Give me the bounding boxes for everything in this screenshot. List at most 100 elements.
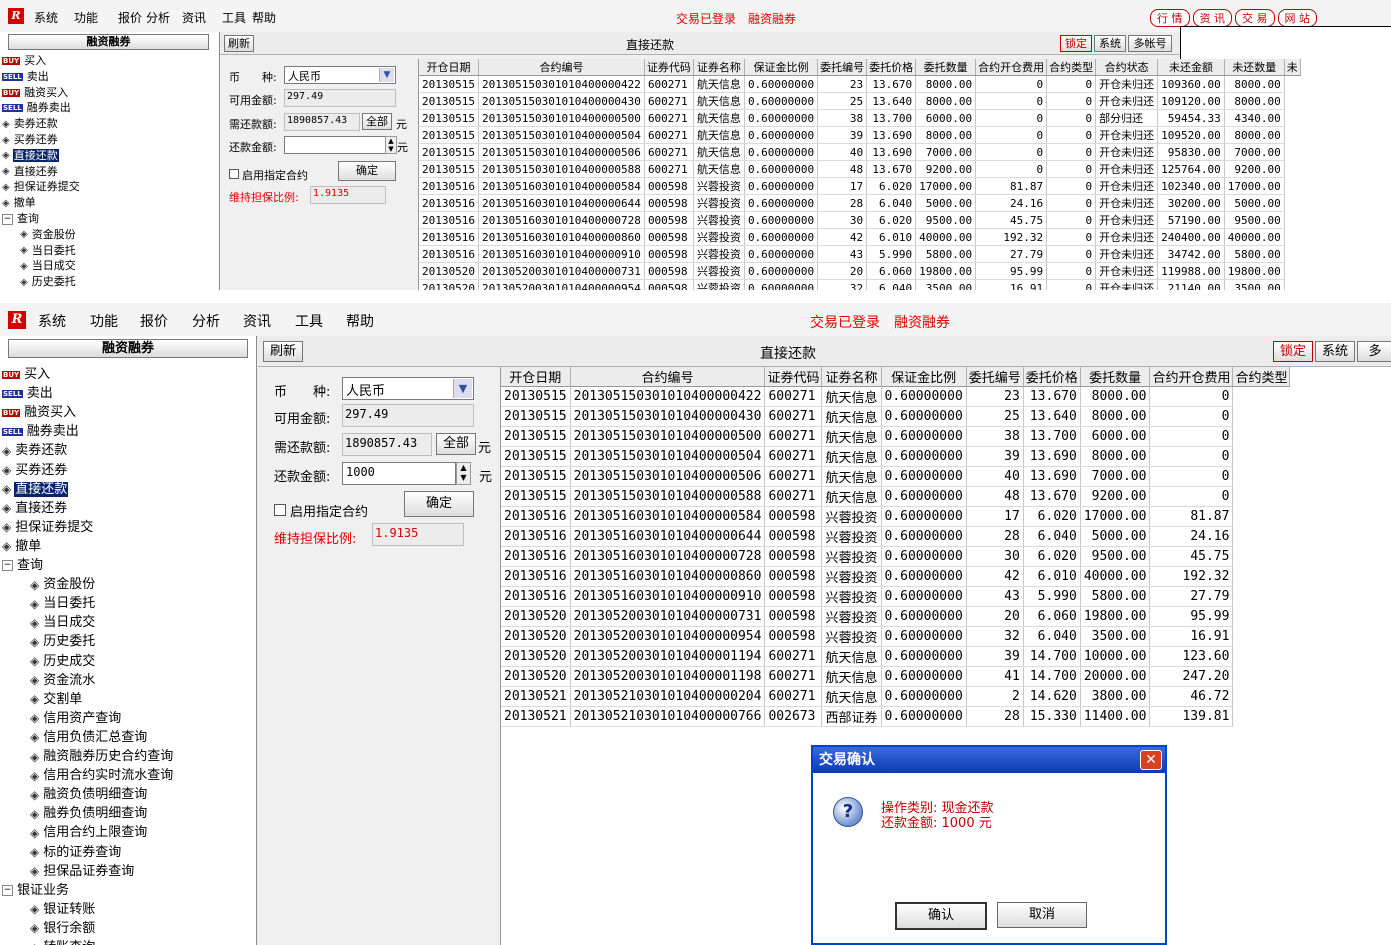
- sidebar-item[interactable]: ◈ 银证转账: [30, 898, 96, 917]
- currency-select[interactable]: 人民币 ▼: [342, 377, 474, 400]
- sidebar-item[interactable]: ◈ 资金流水: [30, 669, 96, 688]
- table-row[interactable]: 20130515 201305150301010400000430 600271 航天…: [501, 406, 1290, 427]
- top-nav-button[interactable]: 行 情: [1150, 9, 1190, 27]
- table-row[interactable]: 20130516 201305160301010400000644 000598 兴蓉…: [501, 526, 1290, 547]
- sidebar-item[interactable]: BUY 融资买入: [2, 401, 77, 420]
- sidebar-item[interactable]: SELL 卖出: [2, 68, 50, 84]
- menu-item[interactable]: 工具: [222, 9, 246, 26]
- sidebar-item[interactable]: ◈ 历史委托: [30, 630, 96, 649]
- table-row[interactable]: 20130516 201305160301010400000910 000598 兴蓉…: [501, 586, 1290, 607]
- column-header[interactable]: 合约开仓费用: [975, 59, 1048, 76]
- sidebar-item[interactable]: ◈ 融资负债明细查询: [30, 783, 148, 802]
- multi-account-button[interactable]: 多帐号: [1128, 35, 1172, 52]
- system-button[interactable]: 系统: [1094, 35, 1126, 52]
- collapse-icon[interactable]: −: [2, 560, 13, 571]
- sidebar-item[interactable]: SELL 卖出: [2, 382, 54, 401]
- lock-button[interactable]: 锁定: [1060, 35, 1092, 52]
- sidebar-item[interactable]: ◈ 直接还款: [2, 478, 69, 497]
- repay-amount-input[interactable]: [284, 136, 386, 154]
- column-header[interactable]: 证券代码: [644, 59, 694, 76]
- sidebar-item[interactable]: ◈历史成交: [30, 650, 96, 669]
- menu-item[interactable]: 系统: [34, 9, 58, 26]
- sidebar-item[interactable]: ◈ 信用资产查询: [30, 707, 122, 726]
- table-row[interactable]: 20130521 201305210301010400000766 002673 西部…: [501, 706, 1290, 727]
- table-row[interactable]: 20130520 201305200301010400000954 000598 兴蓉…: [419, 279, 1300, 290]
- chevron-down-icon[interactable]: ▼: [379, 68, 394, 82]
- table-row[interactable]: 20130515 201305150301010400000500 600271 航天…: [501, 426, 1290, 447]
- refresh-button[interactable]: 刷新: [224, 35, 254, 52]
- menu-item[interactable]: 资讯: [182, 9, 206, 26]
- column-header[interactable]: 保证金比例: [881, 367, 967, 387]
- sidebar-item[interactable]: ◈ 资金股份: [30, 573, 96, 592]
- sidebar-item[interactable]: ◈ 标的证券查询: [30, 841, 122, 860]
- menu-item[interactable]: 功能: [90, 311, 118, 331]
- checkbox-icon[interactable]: [274, 504, 286, 516]
- sidebar-item[interactable]: ◈ 当日成交: [20, 257, 77, 273]
- column-header[interactable]: 开仓日期: [501, 367, 571, 387]
- table-row[interactable]: 20130520 201305200301010400001198 600271 航天…: [501, 666, 1290, 687]
- menu-item[interactable]: 功能: [74, 9, 98, 26]
- checkbox-icon[interactable]: [229, 169, 239, 179]
- column-header[interactable]: 委托编号: [817, 59, 868, 76]
- table-row[interactable]: 20130515 201305150301010400000504 600271 航天…: [501, 446, 1290, 467]
- close-icon[interactable]: ✕: [1140, 750, 1162, 770]
- menu-item[interactable]: 分析: [146, 9, 170, 26]
- sidebar-item[interactable]: ◈ 信用负债汇总查询: [30, 726, 148, 745]
- column-header[interactable]: 合约状态: [1095, 59, 1159, 76]
- table-row[interactable]: 20130515 201305150301010400000500 600271 航天…: [419, 109, 1300, 127]
- table-row[interactable]: 20130521 201305210301010400000204 600271 航天…: [501, 686, 1290, 707]
- top-nav-button[interactable]: 网 站: [1277, 9, 1317, 27]
- sidebar-item[interactable]: ◈ 当日委托: [20, 242, 77, 258]
- table-row[interactable]: 20130515 201305150301010400000430 600271 航天…: [419, 92, 1300, 110]
- specify-contract-checkbox[interactable]: 启用指定合约: [274, 501, 368, 520]
- table-row[interactable]: 20130520 201305200301010400000731 000598 兴蓉…: [419, 262, 1300, 280]
- sidebar-item[interactable]: ◈ 担保品证券查询: [30, 860, 135, 879]
- table-row[interactable]: 20130516 201305160301010400000644 000598 兴蓉…: [419, 194, 1300, 212]
- confirm-button[interactable]: 确定: [404, 491, 474, 517]
- sidebar-item[interactable]: ◈ 直接还券: [2, 163, 59, 179]
- menu-item[interactable]: 帮助: [252, 9, 276, 26]
- sidebar-item[interactable]: ◈ 银行余额: [30, 917, 96, 936]
- menu-item[interactable]: 分析: [192, 311, 220, 331]
- column-header[interactable]: 合约类型: [1046, 59, 1097, 76]
- column-header[interactable]: 未: [1284, 59, 1301, 76]
- sidebar-item[interactable]: ◈转账查询: [30, 936, 96, 945]
- sidebar-item[interactable]: ◈历史成交: [20, 289, 77, 290]
- refresh-button[interactable]: 刷新: [263, 341, 303, 362]
- table-row[interactable]: 20130516 201305160301010400000910 000598 兴蓉…: [419, 245, 1300, 263]
- column-header[interactable]: 合约类型: [1232, 367, 1291, 387]
- all-button[interactable]: 全部: [436, 433, 476, 455]
- repay-amount-input[interactable]: 1000: [342, 462, 456, 485]
- table-row[interactable]: 20130516 201305160301010400000584 000598 兴蓉…: [419, 177, 1300, 195]
- menu-item[interactable]: 工具: [295, 311, 323, 331]
- ok-button[interactable]: 确认: [895, 902, 987, 930]
- column-header[interactable]: 开仓日期: [419, 59, 479, 76]
- table-row[interactable]: 20130515 201305150301010400000506 600271 航天…: [419, 143, 1300, 161]
- confirm-button[interactable]: 确定: [338, 161, 396, 181]
- sidebar-item[interactable]: ◈ 融券负债明细查询: [30, 802, 148, 821]
- sidebar-item[interactable]: ◈ 买券还券: [2, 131, 59, 147]
- table-row[interactable]: 20130515 201305150301010400000422 600271 航天…: [419, 75, 1300, 93]
- table-row[interactable]: 20130515 201305150301010400000588 600271 航天…: [419, 160, 1300, 178]
- menu-item[interactable]: 报价: [118, 9, 142, 26]
- menu-item[interactable]: 报价: [140, 311, 168, 331]
- table-row[interactable]: 20130516 201305160301010400000860 000598 兴蓉…: [419, 228, 1300, 246]
- table-row[interactable]: 20130515 201305150301010400000588 600271 航天…: [501, 486, 1290, 507]
- sidebar-item[interactable]: BUY 买入: [2, 52, 47, 68]
- sidebar-item[interactable]: ◈ 卖券还款: [2, 115, 59, 131]
- menu-item[interactable]: 资讯: [243, 311, 271, 331]
- sidebar-item[interactable]: − 查询: [2, 210, 40, 226]
- sidebar-item[interactable]: ◈ 当日成交: [30, 611, 96, 630]
- column-header[interactable]: 未还金额: [1157, 59, 1225, 76]
- currency-select[interactable]: 人民币 ▼: [284, 66, 396, 84]
- sidebar-item[interactable]: ◈ 卖券还款: [2, 439, 68, 458]
- column-header[interactable]: 委托价格: [1023, 367, 1081, 387]
- column-header[interactable]: 委托价格: [866, 59, 917, 76]
- column-header[interactable]: 委托数量: [915, 59, 977, 76]
- sidebar-item[interactable]: ◈ 担保证券提交: [2, 516, 94, 535]
- multi-account-button[interactable]: 多: [1357, 341, 1391, 362]
- sidebar-item[interactable]: ◈ 直接还券: [2, 497, 68, 516]
- cancel-button[interactable]: 取消: [997, 902, 1087, 928]
- sidebar-item[interactable]: ◈ 历史委托: [20, 273, 77, 289]
- table-row[interactable]: 20130516 201305160301010400000584 000598 兴蓉…: [501, 506, 1290, 527]
